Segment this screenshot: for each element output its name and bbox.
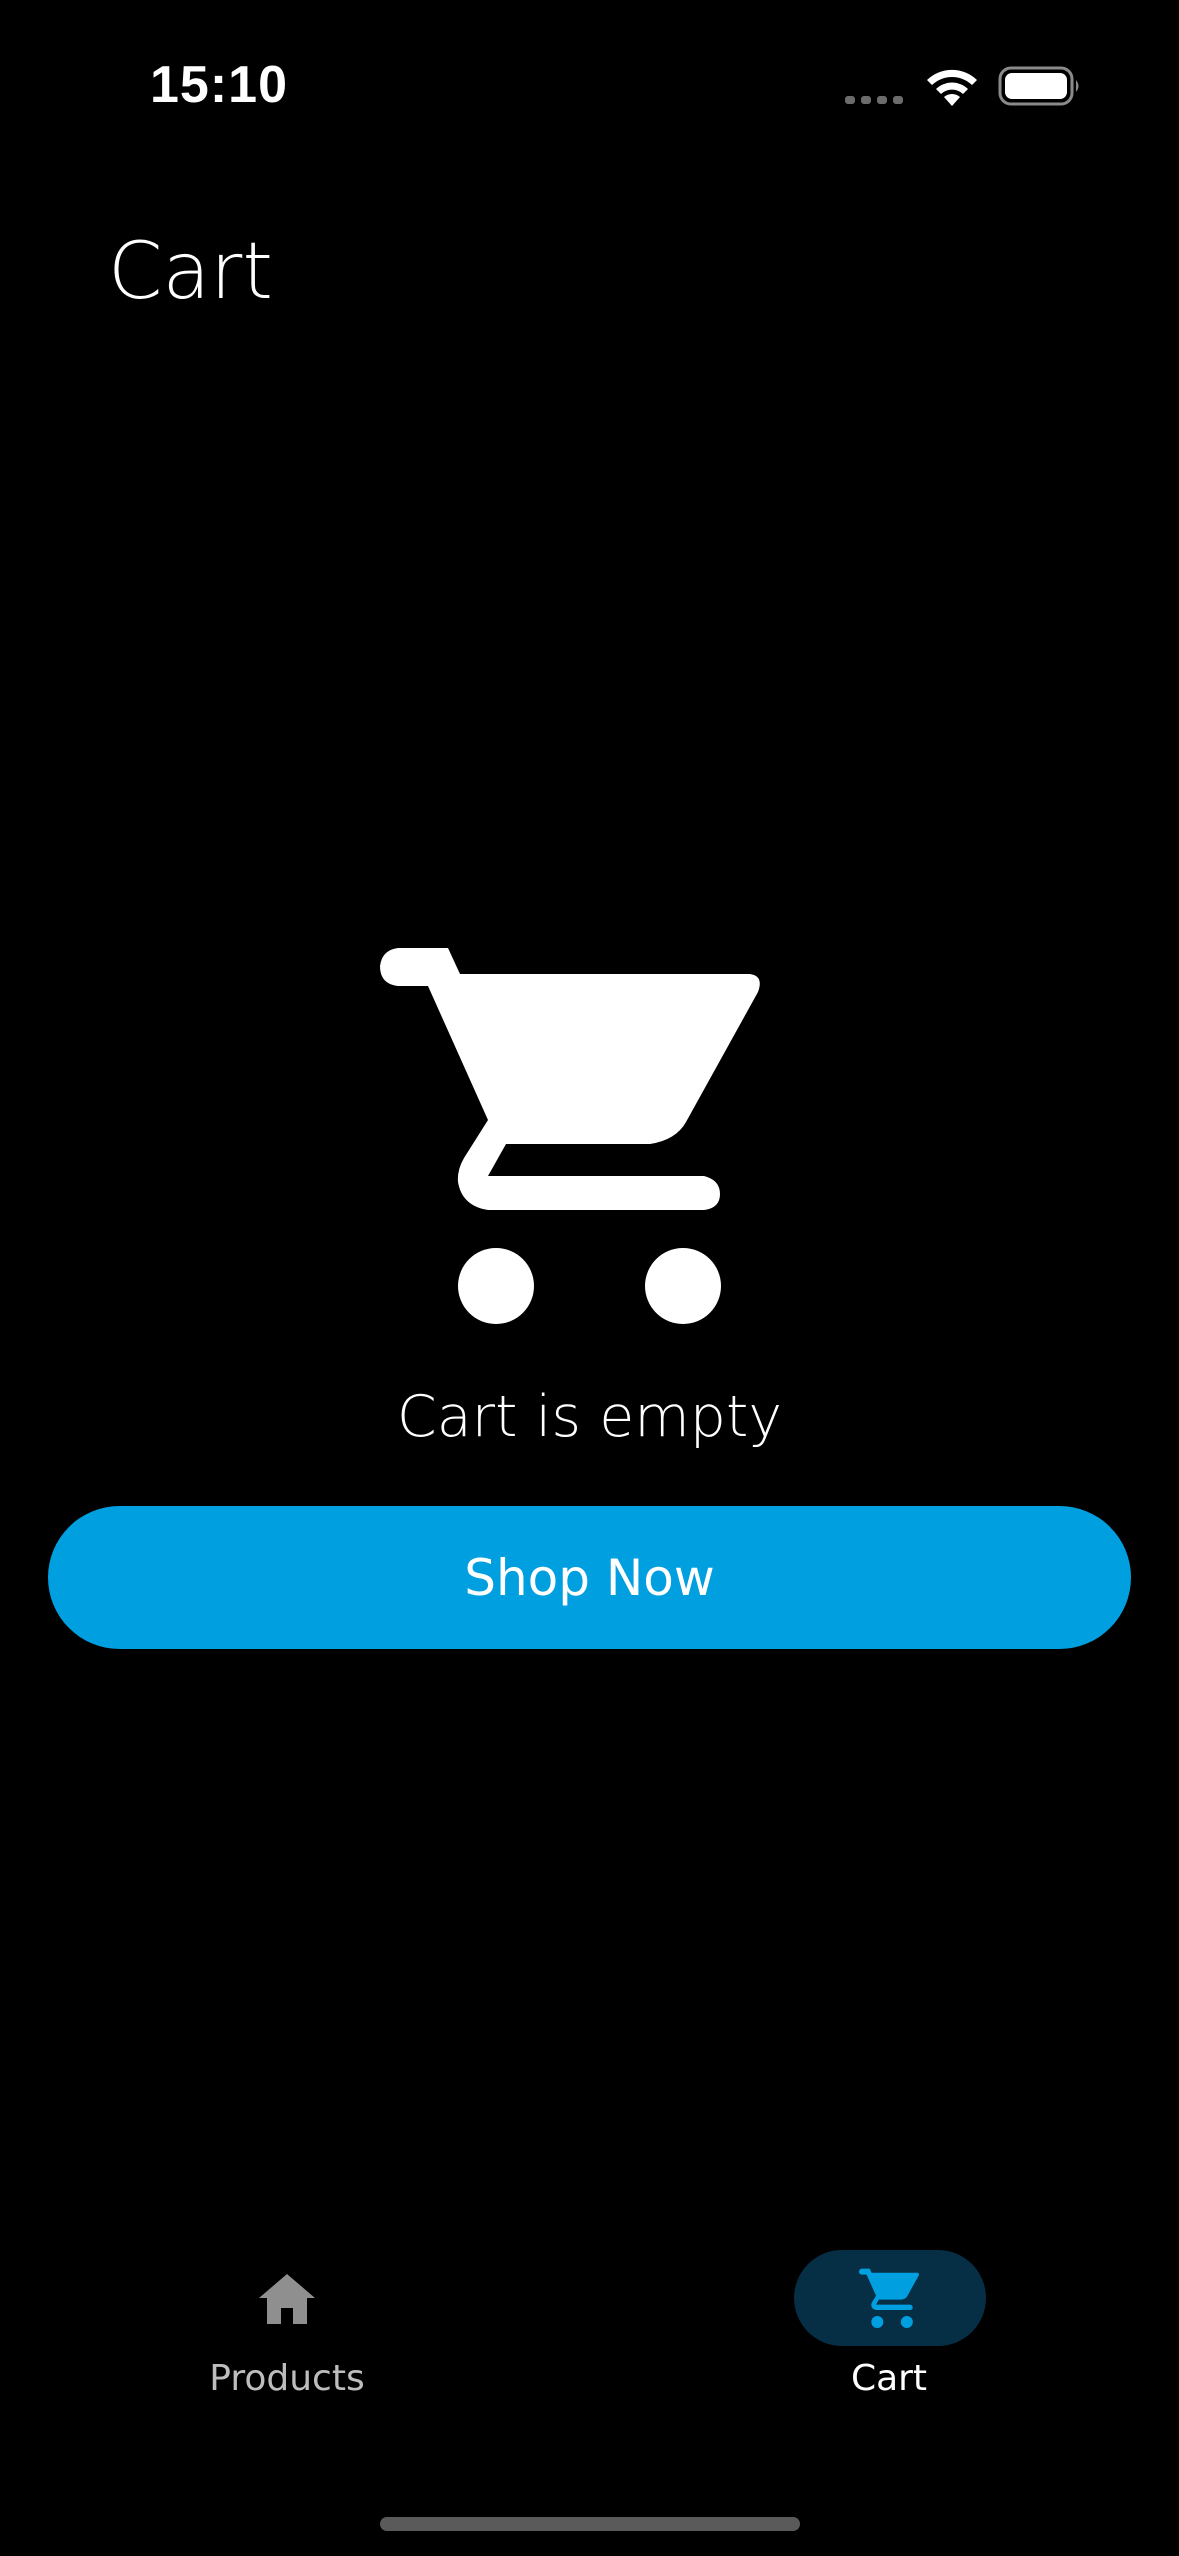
home-indicator[interactable] <box>380 2517 800 2531</box>
nav-item-cart[interactable]: Cart <box>739 2230 1039 2420</box>
bottom-navigation-bar: Products Cart <box>0 2230 1179 2430</box>
shop-now-label: Shop Now <box>464 1548 715 1607</box>
nav-item-products[interactable]: Products <box>137 2230 437 2420</box>
nav-label-products: Products <box>209 2358 365 2399</box>
shopping-cart-icon <box>859 2268 919 2328</box>
nav-label-cart: Cart <box>850 2358 928 2399</box>
wifi-icon <box>927 69 977 106</box>
signal-dots-icon <box>845 96 903 104</box>
battery-icon <box>998 66 1079 106</box>
empty-cart-message: Cart is empty <box>396 1384 783 1450</box>
home-icon <box>259 2274 315 2324</box>
shop-now-button[interactable]: Shop Now <box>48 1506 1131 1649</box>
status-bar: 15:10 <box>0 0 1179 170</box>
shopping-cart-icon <box>380 948 760 1324</box>
page-title: Cart <box>108 227 273 317</box>
status-time: 15:10 <box>150 56 288 114</box>
